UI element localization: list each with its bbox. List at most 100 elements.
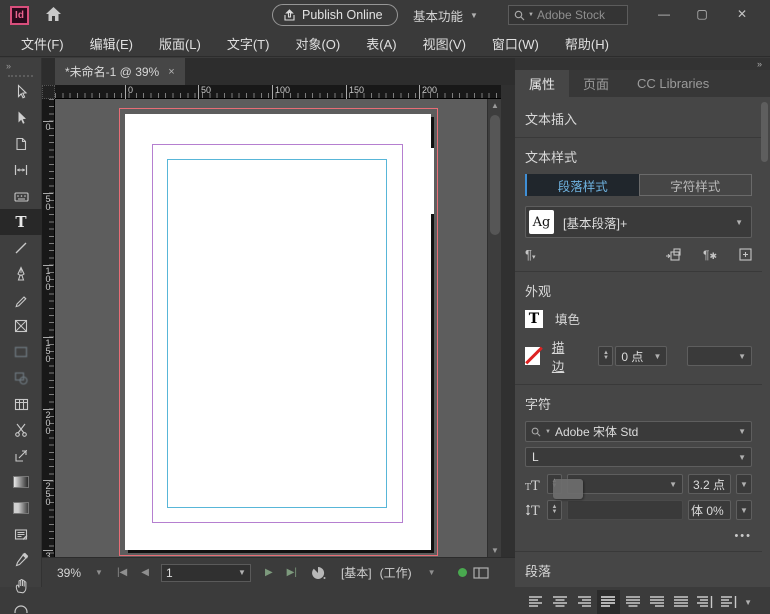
stroke-color-swatch[interactable] [525,347,540,365]
font-size-dropdown[interactable]: ▼ [567,474,683,494]
create-style-icon[interactable] [739,248,752,261]
paragraph-mark-menu-icon[interactable]: ¶▾ [525,247,536,262]
paragraph-more-chevron-icon[interactable]: ▼ [744,598,752,607]
leading-dropdown[interactable] [567,500,683,520]
first-page-button[interactable]: |◀ [117,567,127,578]
page-number-field[interactable]: 1 ▼ [161,564,251,582]
tab-close-icon[interactable]: × [168,66,174,78]
align-away-spine-button[interactable] [718,590,740,614]
toolbar-grip[interactable] [8,75,33,77]
stroke-label[interactable]: 描边 [552,337,573,375]
text-frame[interactable] [167,159,387,508]
panel-scrollbar-thumb[interactable] [761,102,768,162]
menu-view[interactable]: 视图(V) [410,34,479,53]
menu-window[interactable]: 窗口(W) [479,34,552,53]
zoom-tool[interactable] [0,599,42,613]
pages-panel-icon[interactable] [473,567,489,579]
leading-value-chevron[interactable]: ▼ [736,500,752,520]
justify-last-right-button[interactable] [646,590,668,614]
pen-tool[interactable] [0,261,42,287]
stroke-type-dropdown[interactable]: ▼ [687,346,752,366]
next-page-button[interactable]: ▶ [265,567,273,578]
page-tool[interactable] [0,131,42,157]
menu-layout[interactable]: 版面(L) [146,34,214,53]
frame-tool[interactable] [0,313,42,339]
gap-tool[interactable] [0,157,42,183]
menu-file[interactable]: 文件(F) [8,34,77,53]
preflight-profile[interactable]: [基本] [341,564,372,581]
scissors-tool[interactable] [0,417,42,443]
zoom-chevron-icon[interactable]: ▼ [95,568,103,577]
justify-last-left-button[interactable] [597,590,619,614]
last-page-button[interactable]: ▶| [287,567,297,578]
stroke-weight-stepper[interactable]: ▲▼ [598,346,613,366]
previous-page-button[interactable]: ◀ [141,567,149,578]
pasteboard[interactable]: ▲ ▼ [55,99,501,557]
tab-pages[interactable]: 页面 [569,70,623,97]
menu-type[interactable]: 文字(T) [214,34,283,53]
eyedropper-tool[interactable] [0,547,42,573]
character-styles-tab[interactable]: 字符样式 [639,174,753,196]
selection-tool[interactable] [0,79,42,105]
gradient-feather-tool[interactable] [0,495,42,521]
align-right-button[interactable] [573,590,595,614]
new-paragraph-style-icon[interactable]: ¶✱ [703,248,717,262]
hand-tool[interactable] [0,573,42,599]
pencil-tool[interactable] [0,287,42,313]
scrollbar-thumb[interactable] [490,115,500,235]
zoom-level[interactable]: 39% [57,566,81,580]
maximize-button[interactable]: ▢ [688,3,716,25]
horizontal-ruler[interactable]: 0 50 100 150 200 [55,85,501,99]
size-value-field[interactable]: 3.2 点 [688,474,731,494]
ruler-origin[interactable] [42,85,55,99]
content-collector-tool[interactable] [0,183,42,209]
toolbar-collapse-icon[interactable]: » [0,58,41,71]
leading-value-field[interactable]: 体 0% [688,500,731,520]
preflight-menu-icon[interactable] [311,566,327,580]
tab-cc-libraries[interactable]: CC Libraries [623,70,723,97]
vertical-scrollbar[interactable]: ▲ ▼ [487,99,501,557]
panel-scrollbar[interactable] [761,100,768,585]
more-options-button[interactable]: ••• [525,530,752,542]
shape-tool[interactable] [0,365,42,391]
leading-stepper[interactable]: ▲▼ [547,500,562,520]
menu-object[interactable]: 对象(O) [282,34,353,53]
size-value-chevron[interactable]: ▼ [736,474,752,494]
menu-table[interactable]: 表(A) [353,34,409,53]
vertical-ruler[interactable]: 0 50 100 150 200 250 3 [42,99,55,557]
align-left-button[interactable] [525,590,547,614]
justify-all-button[interactable] [670,590,692,614]
gradient-swatch-tool[interactable] [0,469,42,495]
fill-color-swatch[interactable]: T [525,310,543,328]
menu-help[interactable]: 帮助(H) [552,34,622,53]
justify-last-center-button[interactable] [622,590,644,614]
line-tool[interactable] [0,235,42,261]
minimize-button[interactable]: — [650,3,678,25]
document-tab[interactable]: *未命名-1 @ 39% × [55,58,185,85]
panel-collapse-icon[interactable]: » [757,59,762,69]
load-styles-icon[interactable] [666,248,681,261]
menu-edit[interactable]: 编辑(E) [77,34,146,53]
note-tool[interactable] [0,521,42,547]
publish-online-button[interactable]: Publish Online [272,4,398,26]
workspace-switcher[interactable]: 基本功能 ▼ [405,4,486,26]
table-tool[interactable] [0,391,42,417]
paragraph-style-dropdown[interactable]: Ag [基本段落]+ ▼ [525,206,752,238]
paragraph-styles-tab[interactable]: 段落样式 [527,174,639,196]
stroke-weight-field[interactable]: 0 点 ▼ [615,346,667,366]
direct-selection-tool[interactable] [0,105,42,131]
close-button[interactable]: ✕ [728,3,756,25]
page-list-chevron-icon[interactable]: ▼ [238,568,246,577]
free-transform-tool[interactable] [0,443,42,469]
align-toward-spine-button[interactable] [694,590,716,614]
home-icon[interactable] [45,6,62,25]
scroll-down-icon[interactable]: ▼ [488,544,501,557]
font-family-dropdown[interactable]: ▼ Adobe 宋体 Std ▼ [525,421,752,442]
preflight-chevron-icon[interactable]: ▼ [428,568,436,577]
rectangle-tool[interactable] [0,339,42,365]
align-center-button[interactable] [549,590,571,614]
font-style-dropdown[interactable]: L ▼ [525,447,752,467]
adobe-stock-search-input[interactable]: ▼ Adobe Stock [508,5,628,25]
tab-properties[interactable]: 属性 [515,70,569,97]
type-tool[interactable]: T [0,209,42,235]
